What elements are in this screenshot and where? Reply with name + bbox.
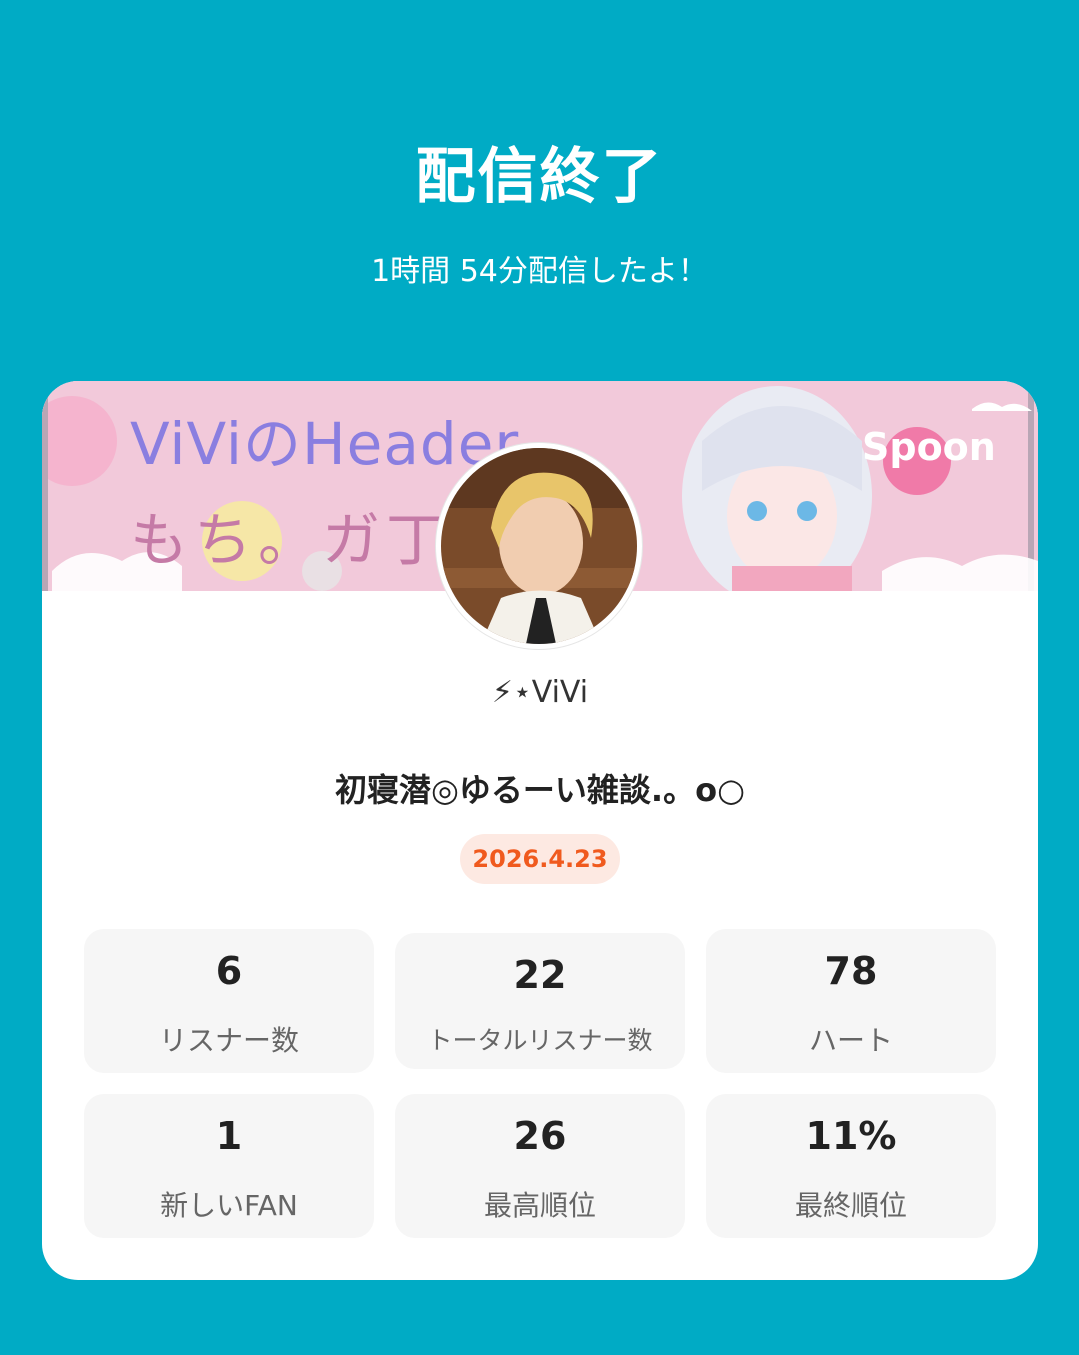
stat-label: リスナー数 <box>158 1024 299 1057</box>
stat-label: 最終順位 <box>794 1189 907 1222</box>
date-badge: 2026.4.23 <box>460 834 620 884</box>
stat-value: 78 <box>824 949 878 993</box>
stat-best-rank: 26 最高順位 <box>395 1094 685 1238</box>
stat-label: ハート <box>808 1024 893 1057</box>
stat-final-rank: 11% 最終順位 <box>706 1094 996 1238</box>
stat-label: 最高順位 <box>483 1189 596 1222</box>
broadcast-duration: 1時間 54分配信したよ！ <box>371 254 708 289</box>
page-title: 配信終了 <box>415 142 664 212</box>
stat-value: 22 <box>513 953 567 997</box>
banner-text-line1: ViViのHeader <box>130 410 520 478</box>
username: ⚡︎⋆ViVi <box>491 675 589 710</box>
stat-value: 1 <box>215 1114 243 1158</box>
stat-hearts: 78 ハート <box>706 929 996 1073</box>
stat-value: 6 <box>215 949 243 993</box>
spoon-logo: Spoon <box>862 425 996 469</box>
stat-listeners: 6 リスナー数 <box>84 929 374 1073</box>
stat-new-fans: 1 新しいFAN <box>84 1094 374 1238</box>
avatar[interactable] <box>436 443 642 649</box>
banner-text-line2: もち。ガ丁 <box>130 506 451 574</box>
stat-label: トータルリスナー数 <box>427 1026 653 1055</box>
live-end-screen: 配信終了 1時間 54分配信したよ！ ViViのHeader もち。ガ丁 Spo… <box>0 0 1079 1355</box>
stat-label: 新しいFAN <box>160 1189 298 1222</box>
summary-card: ViViのHeader もち。ガ丁 Spoon ⚡︎⋆ViVi 初寝潜◎ゆるーい… <box>42 381 1038 1280</box>
stat-total-listeners: 22 トータルリスナー数 <box>395 933 685 1069</box>
avatar-image <box>441 448 637 644</box>
stat-value: 26 <box>513 1114 567 1158</box>
stat-value: 11% <box>805 1114 897 1158</box>
live-title: 初寝潜◎ゆるーい雑談.。o○ <box>335 771 745 809</box>
